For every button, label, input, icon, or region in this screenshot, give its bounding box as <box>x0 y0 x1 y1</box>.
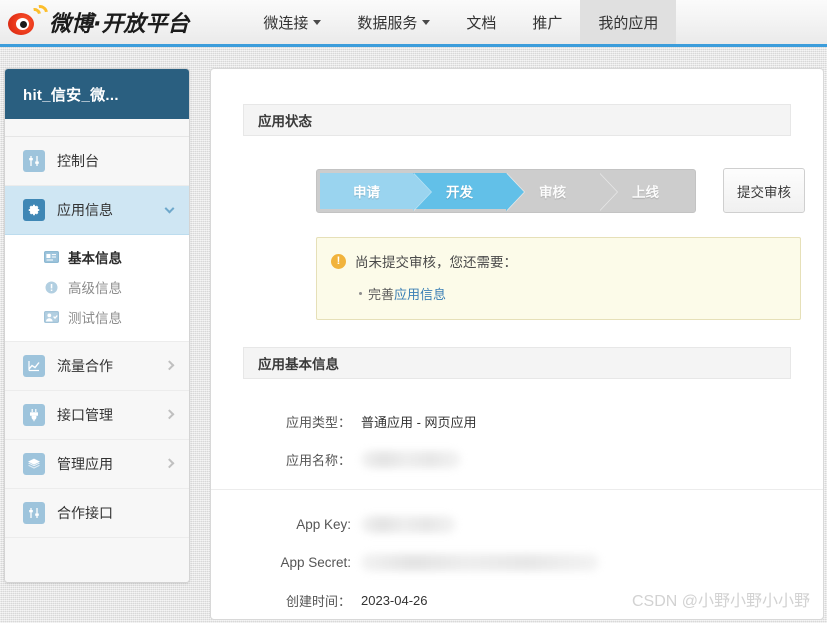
sidebar-item-manage-apps[interactable]: 管理应用 <box>5 440 189 489</box>
sliders-icon <box>23 150 45 172</box>
sidebar-item-console[interactable]: 控制台 <box>5 137 189 186</box>
app-status-steps-row: 申请 开发 审核 上线 提交审核 <box>316 168 823 213</box>
sidebar-app-title: hit_信安_微... <box>5 69 189 119</box>
sidebar-subitem-advanced-info[interactable]: 高级信息 <box>5 272 189 302</box>
info-row-app-type: 应用类型： 普通应用 - 网页应用 <box>211 411 823 431</box>
sidebar-item-api-management[interactable]: 接口管理 <box>5 391 189 440</box>
nav-item-weilianjie[interactable]: 微连接 <box>245 0 339 44</box>
sidebar-subitem-label: 高级信息 <box>68 281 122 296</box>
masked-app-name-value <box>361 450 461 468</box>
warning-icon: ! <box>331 253 346 269</box>
main-navigation: 微连接 数据服务 文档 推广 我的应用 <box>245 0 677 44</box>
nav-item-wendang[interactable]: 文档 <box>448 0 514 44</box>
sidebar-item-label: 控制台 <box>57 153 99 169</box>
sliders-icon <box>23 502 45 524</box>
main-content-panel: 应用状态 申请 开发 审核 上线 提交审核 ! 尚未提交审核，您还需要： 完善 … <box>210 68 824 620</box>
section-title: 应用基本信息 <box>258 357 339 372</box>
weibo-logo-icon <box>8 1 52 37</box>
info-row-app-key: App Key: <box>211 514 823 534</box>
layers-icon <box>23 453 45 475</box>
sidebar-spacer <box>5 119 189 137</box>
step-arrow <box>413 172 431 211</box>
step-apply[interactable]: 申请 <box>320 172 432 211</box>
info-label: 应用名称： <box>285 452 351 468</box>
sidebar-item-partner-api[interactable]: 合作接口 <box>5 489 189 538</box>
sidebar-item-label: 流量合作 <box>57 358 113 374</box>
info-label: 创建时间： <box>285 593 351 609</box>
chevron-down-icon <box>164 203 175 214</box>
step-label: 审核 <box>539 184 566 200</box>
sidebar-subitem-test-info[interactable]: 测试信息 <box>5 302 189 332</box>
alert-item-link[interactable]: 应用信息 <box>394 284 446 303</box>
basic-info-body: 应用类型： 普通应用 - 网页应用 应用名称： App Key: App Sec… <box>211 411 823 610</box>
info-label: 应用类型： <box>285 414 351 430</box>
step-label: 上线 <box>632 184 659 200</box>
alert-title: 尚未提交审核，您还需要： <box>355 255 517 270</box>
masked-app-secret-value <box>361 553 599 571</box>
alert-item-prefix: 完善 <box>368 287 395 302</box>
info-row-app-name: 应用名称： <box>211 449 823 469</box>
sidebar-item-traffic-cooperation[interactable]: 流量合作 <box>5 342 189 391</box>
pending-review-alert: ! 尚未提交审核，您还需要： 完善 应用信息 <box>316 237 801 320</box>
step-label: 开发 <box>446 184 473 200</box>
nav-item-my-apps[interactable]: 我的应用 <box>580 0 677 44</box>
top-header-bar: 微博·开放平台 微连接 数据服务 文档 推广 我的应用 <box>0 0 827 47</box>
step-arrow <box>599 172 617 211</box>
sidebar-subitem-label: 基本信息 <box>68 251 122 266</box>
info-label: App Secret: <box>280 554 351 570</box>
gear-icon <box>23 199 45 221</box>
bullet-icon <box>359 292 362 295</box>
nav-item-label: 数据服务 <box>357 14 418 32</box>
chevron-right-icon <box>164 409 175 420</box>
alert-todo-item: 完善 应用信息 <box>331 284 800 303</box>
sidebar-footer-spacer <box>5 538 189 582</box>
nav-item-label: 文档 <box>466 14 497 32</box>
chevron-down-icon <box>422 19 431 25</box>
info-row-app-secret: App Secret: <box>211 552 823 572</box>
alert-title-row: ! 尚未提交审核，您还需要： <box>331 251 800 271</box>
sidebar-item-label: 合作接口 <box>57 505 113 521</box>
sidebar-subitem-label: 测试信息 <box>68 311 122 326</box>
info-circle-icon <box>43 280 59 294</box>
section-header-basic-info: 应用基本信息 <box>243 347 791 379</box>
section-header-app-status: 应用状态 <box>243 104 791 136</box>
nav-item-label: 我的应用 <box>598 14 659 32</box>
nav-item-label: 微连接 <box>263 14 309 32</box>
section-title: 应用状态 <box>258 114 312 129</box>
step-arrow <box>506 172 524 211</box>
nav-item-shujufuwu[interactable]: 数据服务 <box>339 0 448 44</box>
info-value-app-type: 普通应用 - 网页应用 <box>361 414 477 430</box>
sidebar-item-label: 管理应用 <box>57 456 113 472</box>
submit-review-button[interactable]: 提交审核 <box>723 168 805 213</box>
sidebar-subitem-basic-info[interactable]: 基本信息 <box>5 242 189 272</box>
csdn-watermark: CSDN @小野小野小小野 <box>631 593 810 610</box>
chevron-right-icon <box>164 458 175 469</box>
user-check-icon <box>43 310 59 324</box>
plug-icon <box>23 404 45 426</box>
brand-logo[interactable]: 微博·开放平台 <box>0 0 189 44</box>
chevron-down-icon <box>313 19 322 25</box>
nav-item-tuiguang[interactable]: 推广 <box>514 0 580 44</box>
status-step-bar: 申请 开发 审核 上线 <box>316 168 696 213</box>
info-value-created-time: 2023-04-26 <box>361 592 428 608</box>
sidebar-item-label: 接口管理 <box>57 407 113 423</box>
chart-icon <box>23 355 45 377</box>
info-label: App Key: <box>296 516 351 532</box>
step-label: 申请 <box>353 184 380 200</box>
sidebar-item-app-info[interactable]: 应用信息 <box>5 186 189 235</box>
chevron-right-icon <box>164 360 175 371</box>
masked-app-key-value <box>361 515 456 533</box>
sidebar-item-label: 应用信息 <box>57 202 113 218</box>
brand-title: 微博·开放平台 <box>49 12 190 37</box>
section-divider <box>211 489 823 490</box>
nav-item-label: 推广 <box>532 14 563 32</box>
sidebar: hit_信安_微... 控制台 应用信息 基本信息 高级信息 测试信息 流量合作… <box>4 68 190 583</box>
sidebar-submenu: 基本信息 高级信息 测试信息 <box>5 235 189 342</box>
id-card-icon <box>43 250 59 264</box>
